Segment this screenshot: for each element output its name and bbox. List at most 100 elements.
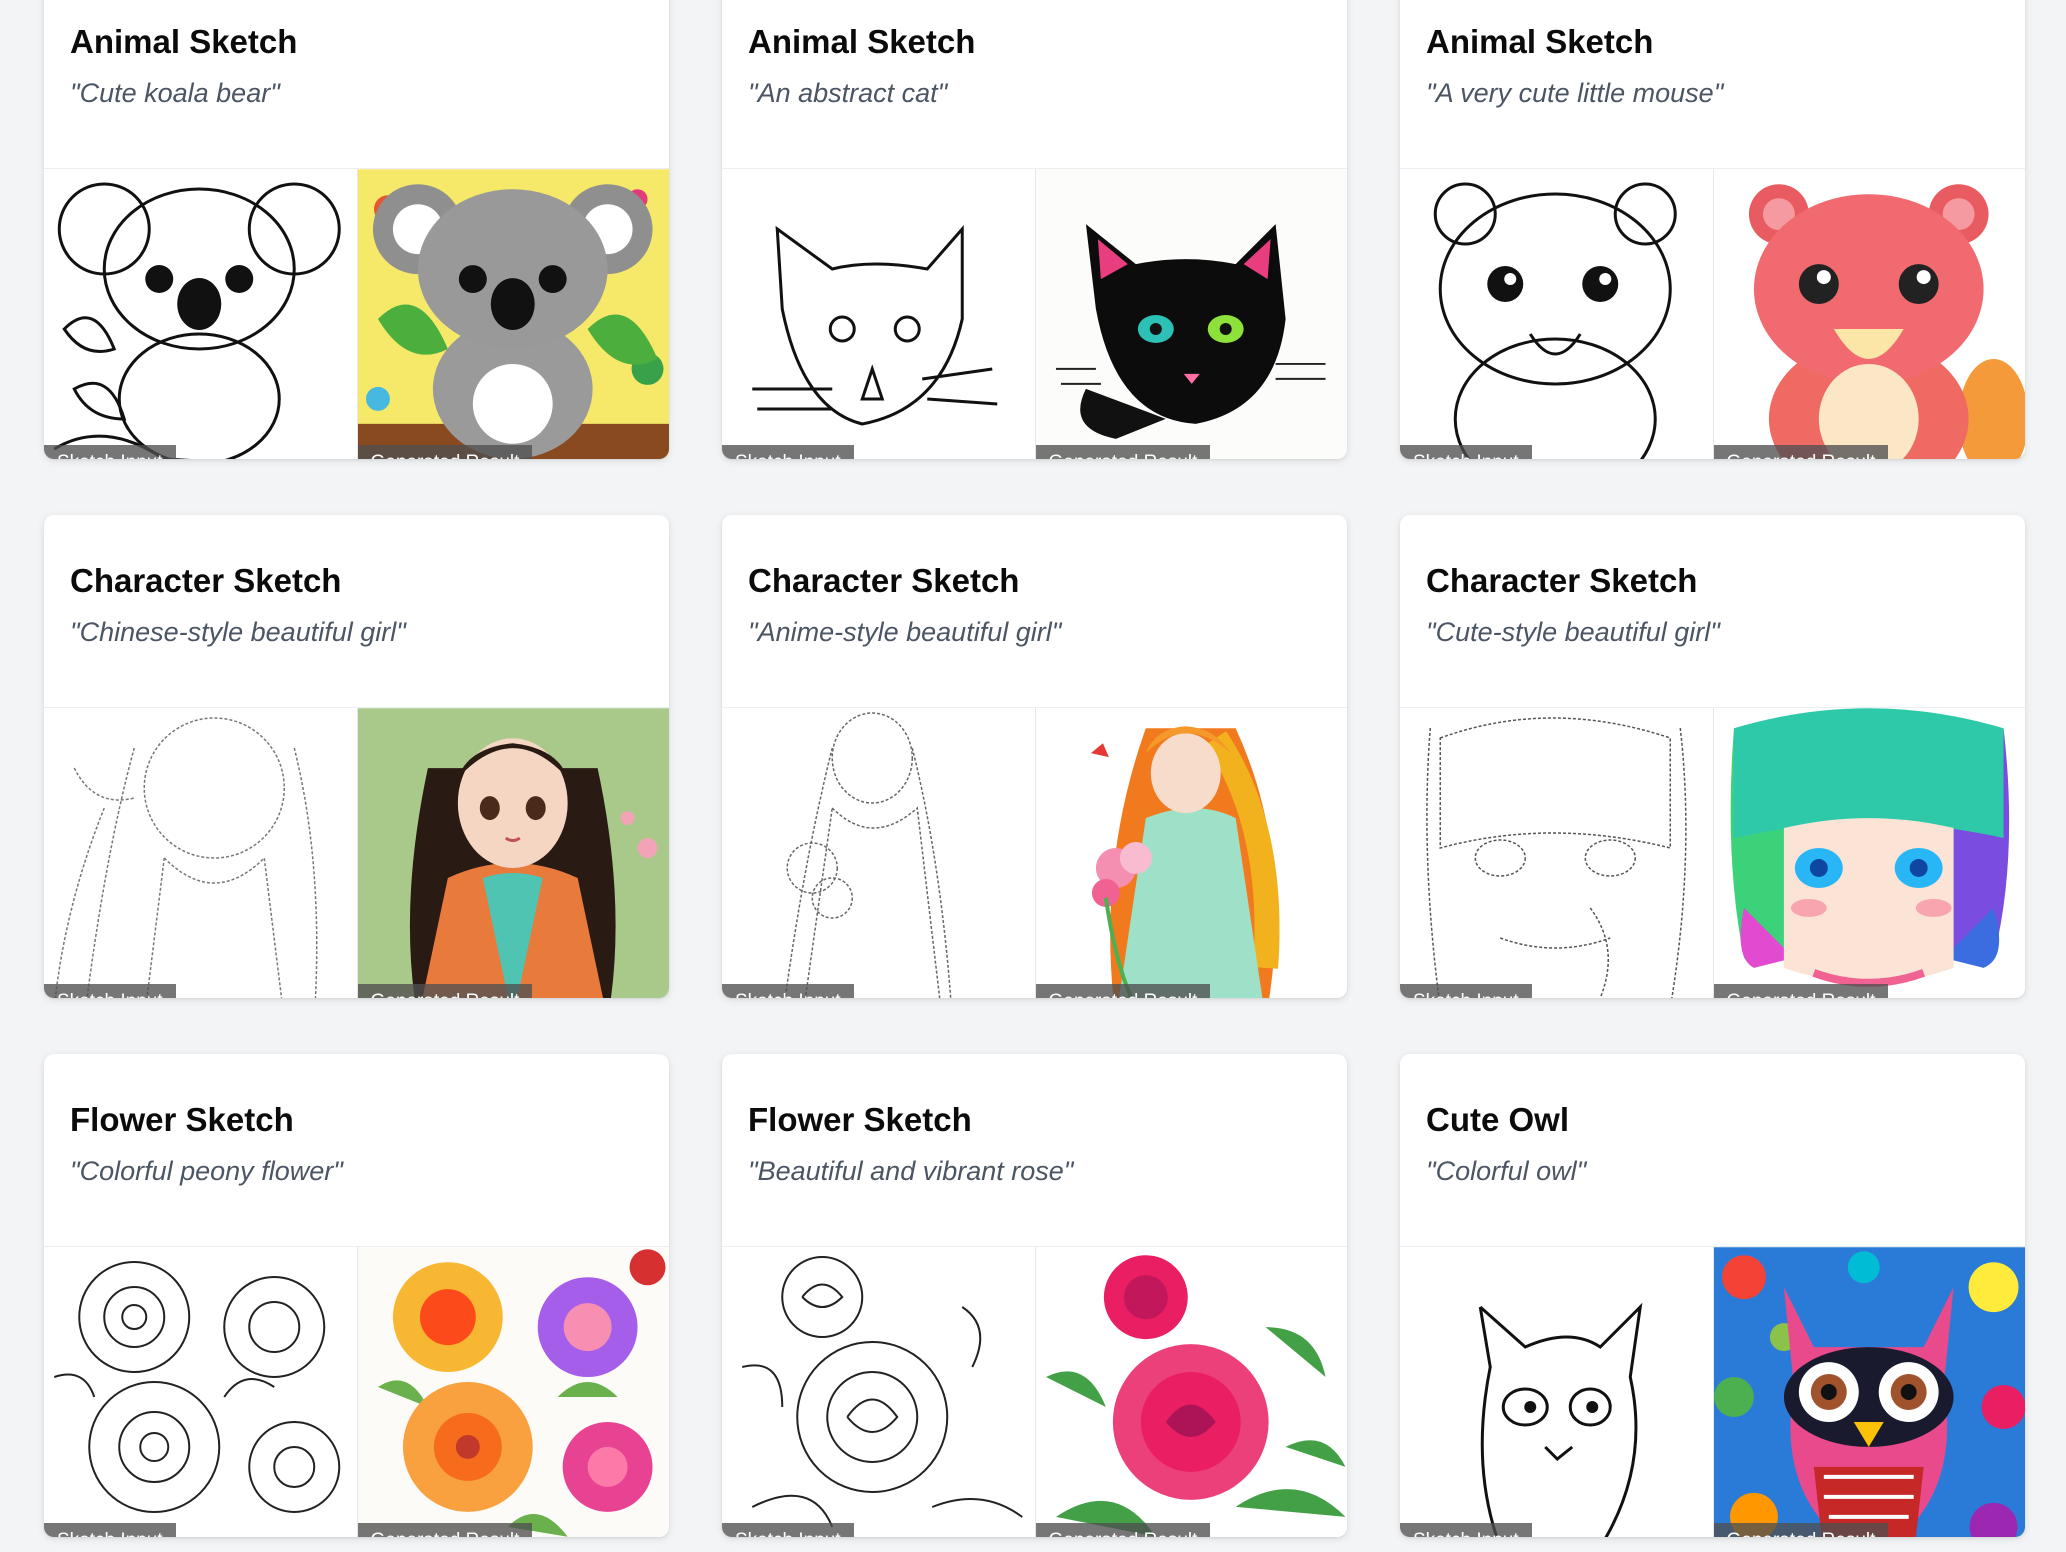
card-prompt: "Cute-style beautiful girl" <box>1426 617 1720 647</box>
card-prompt: "Beautiful and vibrant rose" <box>748 1156 1074 1186</box>
girl-result-image <box>357 708 669 998</box>
sketch-input-label: Sketch Input <box>1400 1523 1532 1537</box>
image-pair: Sketch Input Generated Result <box>722 169 1347 459</box>
generated-result-label: Generated Result <box>1713 984 1889 998</box>
result-image[interactable]: Generated Result <box>1034 708 1347 998</box>
example-card[interactable]: Character Sketch "Anime-style beautiful … <box>722 515 1347 998</box>
card-prompt: "Colorful owl" <box>1426 1156 1587 1186</box>
card-title: Cute Owl <box>1426 1101 1570 1138</box>
generated-result-label: Generated Result <box>1035 1523 1211 1537</box>
generated-result-label: Generated Result <box>357 984 533 998</box>
card-prompt: "A very cute little mouse" <box>1426 78 1724 108</box>
result-image[interactable]: Generated Result <box>1034 1247 1347 1537</box>
generated-result-label: Generated Result <box>1035 445 1211 459</box>
cat-sketch-image <box>722 169 1035 459</box>
result-image[interactable]: Generated Result <box>356 1247 669 1537</box>
example-card[interactable]: Cute Owl "Colorful owl" Sketch Input <box>1400 1054 2025 1537</box>
example-card[interactable]: Animal Sketch "A very cute little mouse"… <box>1400 0 2025 459</box>
image-pair: Sketch Input Generated Result <box>722 1247 1347 1537</box>
cat-result-image <box>1035 169 1347 459</box>
result-image[interactable]: Generated Result <box>1712 708 2025 998</box>
example-card[interactable]: Flower Sketch "Colorful peony flower" Sk… <box>44 1054 669 1537</box>
mouse-result-image <box>1713 169 2025 459</box>
example-card[interactable]: Flower Sketch "Beautiful and vibrant ros… <box>722 1054 1347 1537</box>
girl-sketch-image <box>44 708 357 998</box>
card-title: Character Sketch <box>1426 562 1698 599</box>
example-card[interactable]: Animal Sketch "An abstract cat" Sketch I… <box>722 0 1347 459</box>
cute-girl-sketch-image <box>1400 708 1713 998</box>
image-pair: Sketch Input Generated Result <box>44 708 669 998</box>
image-pair: Sketch Input Gene <box>1400 1247 2025 1537</box>
sketch-input-label: Sketch Input <box>44 984 176 998</box>
sketch-image[interactable]: Sketch Input <box>722 169 1035 459</box>
card-prompt: "Chinese-style beautiful girl" <box>70 617 406 647</box>
sketch-input-label: Sketch Input <box>44 1523 176 1537</box>
sketch-input-label: Sketch Input <box>1400 984 1532 998</box>
generated-result-label: Generated Result <box>1713 445 1889 459</box>
anime-girl-sketch-image <box>722 708 1035 998</box>
generated-result-label: Generated Result <box>1713 1523 1889 1537</box>
result-image[interactable]: Generated Result <box>1034 169 1347 459</box>
generated-result-label: Generated Result <box>357 445 533 459</box>
sketch-input-label: Sketch Input <box>1400 445 1532 459</box>
card-title: Character Sketch <box>70 562 342 599</box>
owl-result-image <box>1713 1247 2025 1537</box>
sketch-image[interactable]: Sketch Input <box>44 169 357 459</box>
rose-sketch-image <box>722 1247 1035 1537</box>
image-pair: Sketch Input Generated Result <box>1400 169 2025 459</box>
image-pair: Sketch Input Generated Result <box>1400 708 2025 998</box>
sketch-image[interactable]: Sketch Input <box>44 1247 357 1537</box>
owl-sketch-image <box>1400 1247 1713 1537</box>
card-title: Flower Sketch <box>70 1101 294 1138</box>
sketch-image[interactable]: Sketch Input <box>44 708 357 998</box>
generated-result-label: Generated Result <box>1035 984 1211 998</box>
card-header: Flower Sketch "Colorful peony flower" <box>44 1054 669 1247</box>
sketch-input-label: Sketch Input <box>44 445 176 459</box>
sketch-image[interactable]: Sketch Input <box>722 708 1035 998</box>
rose-result-image <box>1035 1247 1347 1537</box>
mouse-sketch-image <box>1400 169 1713 459</box>
image-pair: Sketch Input Gene <box>44 169 669 459</box>
card-prompt: "Colorful peony flower" <box>70 1156 343 1186</box>
card-header: Animal Sketch "An abstract cat" <box>722 0 1347 169</box>
example-card[interactable]: Animal Sketch "Cute koala bear" <box>44 0 669 459</box>
sketch-input-label: Sketch Input <box>722 984 854 998</box>
sketch-image[interactable]: Sketch Input <box>722 1247 1035 1537</box>
sketch-input-label: Sketch Input <box>722 445 854 459</box>
example-card[interactable]: Character Sketch "Cute-style beautiful g… <box>1400 515 2025 998</box>
card-title: Flower Sketch <box>748 1101 972 1138</box>
example-card[interactable]: Character Sketch "Chinese-style beautifu… <box>44 515 669 998</box>
result-image[interactable]: Generated Result <box>356 169 669 459</box>
card-header: Animal Sketch "Cute koala bear" <box>44 0 669 169</box>
card-title: Animal Sketch <box>748 23 976 60</box>
cute-girl-result-image <box>1713 708 2025 998</box>
sketch-image[interactable]: Sketch Input <box>1400 708 1713 998</box>
card-title: Character Sketch <box>748 562 1020 599</box>
result-image[interactable]: Generated Result <box>1712 169 2025 459</box>
koala-result-image <box>357 169 669 459</box>
sketch-input-label: Sketch Input <box>722 1523 854 1537</box>
card-prompt: "Anime-style beautiful girl" <box>748 617 1062 647</box>
card-header: Character Sketch "Cute-style beautiful g… <box>1400 515 2025 708</box>
anime-girl-result-image <box>1035 708 1347 998</box>
card-title: Animal Sketch <box>70 23 298 60</box>
card-prompt: "Cute koala bear" <box>70 78 280 108</box>
peony-sketch-image <box>44 1247 357 1537</box>
generated-result-label: Generated Result <box>357 1523 533 1537</box>
card-prompt: "An abstract cat" <box>748 78 948 108</box>
image-pair: Sketch Input Generated Result <box>722 708 1347 998</box>
card-header: Character Sketch "Chinese-style beautifu… <box>44 515 669 708</box>
examples-grid: Animal Sketch "Cute koala bear" Animal S… <box>44 0 2025 1537</box>
peony-result-image <box>357 1247 669 1537</box>
koala-sketch-image <box>44 169 357 459</box>
card-header: Flower Sketch "Beautiful and vibrant ros… <box>722 1054 1347 1247</box>
result-image[interactable]: Generated Result <box>1712 1247 2025 1537</box>
result-image[interactable]: Generated Result <box>356 708 669 998</box>
image-pair: Sketch Input Generated Result <box>44 1247 669 1537</box>
sketch-image[interactable]: Sketch Input <box>1400 1247 1713 1537</box>
sketch-image[interactable]: Sketch Input <box>1400 169 1713 459</box>
card-header: Animal Sketch "A very cute little mouse" <box>1400 0 2025 169</box>
card-header: Cute Owl "Colorful owl" <box>1400 1054 2025 1247</box>
card-title: Animal Sketch <box>1426 23 1654 60</box>
card-header: Character Sketch "Anime-style beautiful … <box>722 515 1347 708</box>
